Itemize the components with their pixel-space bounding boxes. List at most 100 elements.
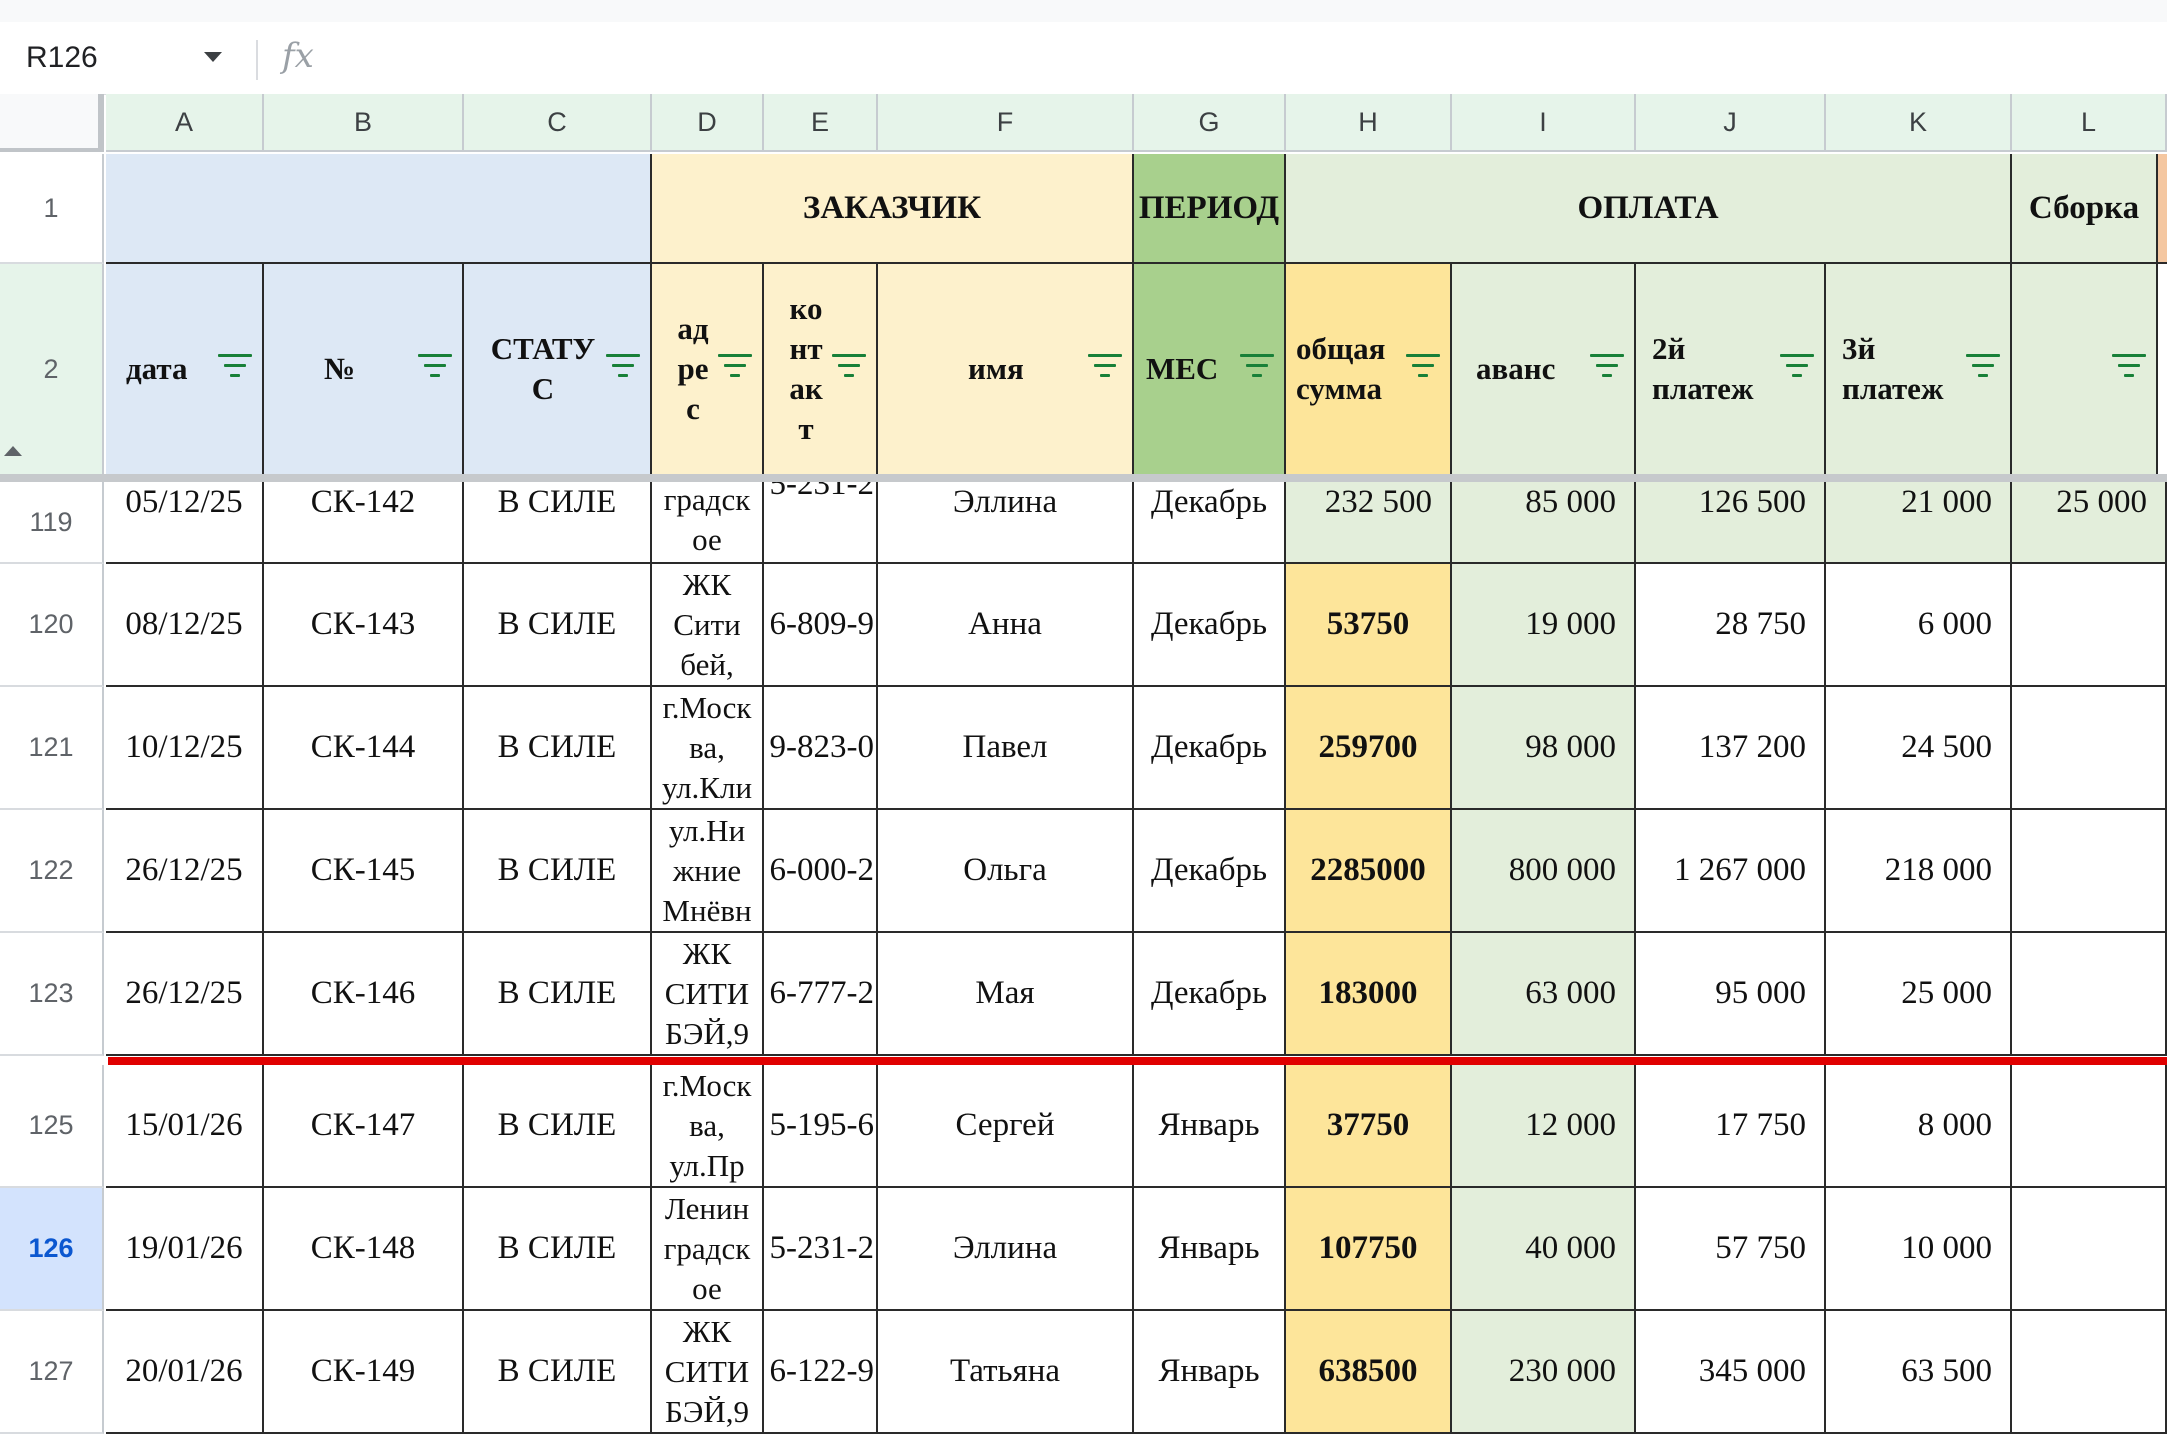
filter-icon[interactable] (832, 354, 866, 380)
cell-contact[interactable]: 5-231-2 (764, 482, 878, 564)
cell-number[interactable]: СК-145 (264, 810, 464, 933)
filter-icon[interactable] (1590, 354, 1624, 380)
cell-month[interactable]: Январь (1134, 1311, 1286, 1434)
name-box[interactable]: R126 (26, 38, 226, 78)
cell-name[interactable]: Татьяна (878, 1311, 1134, 1434)
filter-icon[interactable] (606, 354, 640, 380)
cell-total[interactable]: 183000 (1286, 933, 1452, 1056)
row-header[interactable]: 1 (0, 154, 104, 264)
cell-contact[interactable]: 5-231-2 (764, 1188, 878, 1311)
cell-total[interactable]: 53750 (1286, 564, 1452, 687)
cell-month[interactable]: Декабрь (1134, 810, 1286, 933)
cell-status[interactable]: В СИЛЕ (464, 933, 652, 1056)
cell-name[interactable]: Анна (878, 564, 1134, 687)
cell-total[interactable]: 259700 (1286, 687, 1452, 810)
cell-name[interactable]: Ольга (878, 810, 1134, 933)
header-num[interactable]: № (264, 264, 464, 476)
header-month[interactable]: МЕС (1134, 264, 1286, 476)
frozen-rows-divider[interactable] (0, 474, 2167, 482)
cell-address[interactable]: ЖК СИТИ БЭЙ,9 (652, 1311, 764, 1434)
header-blank-abc[interactable] (106, 154, 652, 264)
cell-sborka[interactable] (2012, 810, 2167, 933)
row-header[interactable]: 121 (0, 687, 104, 810)
cell-name[interactable]: Сергей (878, 1065, 1134, 1188)
header-advance[interactable]: аванс (1452, 264, 1636, 476)
cell-address[interactable]: ЖК Сити бей, (652, 564, 764, 687)
cell-month[interactable]: Декабрь (1134, 933, 1286, 1056)
column-header-l[interactable]: L (2012, 94, 2167, 152)
cell-pay3[interactable]: 6 000 (1826, 564, 2012, 687)
cell-pay3[interactable]: 24 500 (1826, 687, 2012, 810)
header-total[interactable]: общая сумма (1286, 264, 1452, 476)
row-header[interactable]: 126 (0, 1188, 104, 1311)
cell-name[interactable]: Эллина (878, 1188, 1134, 1311)
cell-sborka[interactable] (2012, 687, 2167, 810)
cell-sborka[interactable] (2012, 1311, 2167, 1434)
cell-advance[interactable]: 85 000 (1452, 482, 1636, 564)
cell-sborka[interactable] (2012, 564, 2167, 687)
cell-month[interactable]: Декабрь (1134, 687, 1286, 810)
cell-status[interactable]: В СИЛЕ (464, 1188, 652, 1311)
cell-total[interactable]: 2285000 (1286, 810, 1452, 933)
cell-name[interactable]: Павел (878, 687, 1134, 810)
header-pay2[interactable]: 2й платеж (1636, 264, 1826, 476)
header-period[interactable]: ПЕРИОД (1134, 154, 1286, 264)
cell-advance[interactable]: 40 000 (1452, 1188, 1636, 1311)
row-header[interactable]: 119 (0, 482, 104, 564)
cell-address[interactable]: градск ое (652, 482, 764, 564)
filter-icon[interactable] (1780, 354, 1814, 380)
cell-contact[interactable]: 6-000-2 (764, 810, 878, 933)
cell-date[interactable]: 05/12/25 (106, 482, 264, 564)
cell-month[interactable]: Декабрь (1134, 564, 1286, 687)
cell-address[interactable]: г.Моск ва, ул.Пр (652, 1065, 764, 1188)
row-header[interactable]: 123 (0, 933, 104, 1056)
cell-date[interactable]: 20/01/26 (106, 1311, 264, 1434)
cell-contact[interactable]: 6-122-9 (764, 1311, 878, 1434)
column-header-g[interactable]: G (1134, 94, 1286, 152)
cell-date[interactable]: 08/12/25 (106, 564, 264, 687)
cell-number[interactable]: СК-147 (264, 1065, 464, 1188)
cell-total[interactable]: 232 500 (1286, 482, 1452, 564)
cell-advance[interactable]: 19 000 (1452, 564, 1636, 687)
cell-name[interactable]: Мая (878, 933, 1134, 1056)
cell-date[interactable]: 26/12/25 (106, 810, 264, 933)
cell-sborka[interactable]: 25 000 (2012, 482, 2167, 564)
filter-icon[interactable] (718, 354, 752, 380)
cell-number[interactable]: СК-146 (264, 933, 464, 1056)
column-header-d[interactable]: D (652, 94, 764, 152)
cell-pay2[interactable]: 95 000 (1636, 933, 1826, 1056)
cell-pay3[interactable]: 10 000 (1826, 1188, 2012, 1311)
cell-month[interactable]: Декабрь (1134, 482, 1286, 564)
column-header-k[interactable]: K (1826, 94, 2012, 152)
cell-pay2[interactable]: 17 750 (1636, 1065, 1826, 1188)
row-header[interactable]: 2 (0, 264, 104, 476)
row-header[interactable]: 122 (0, 810, 104, 933)
cell-date[interactable]: 26/12/25 (106, 933, 264, 1056)
cell-date[interactable]: 19/01/26 (106, 1188, 264, 1311)
cell-pay2[interactable]: 345 000 (1636, 1311, 1826, 1434)
cell-pay2[interactable]: 126 500 (1636, 482, 1826, 564)
cell-pay3[interactable]: 8 000 (1826, 1065, 2012, 1188)
cell-sborka[interactable] (2012, 1188, 2167, 1311)
cell-total[interactable]: 107750 (1286, 1188, 1452, 1311)
cell-status[interactable]: В СИЛЕ (464, 482, 652, 564)
cell-contact[interactable]: 5-195-6 (764, 1065, 878, 1188)
cell-pay2[interactable]: 1 267 000 (1636, 810, 1826, 933)
filter-icon[interactable] (218, 354, 252, 380)
column-header-h[interactable]: H (1286, 94, 1452, 152)
cell-pay3[interactable]: 218 000 (1826, 810, 2012, 933)
name-box-dropdown-icon[interactable] (204, 52, 222, 62)
cell-total[interactable]: 638500 (1286, 1311, 1452, 1434)
row-header[interactable]: 120 (0, 564, 104, 687)
cell-name[interactable]: Эллина (878, 482, 1134, 564)
header-zakazchik[interactable]: ЗАКАЗЧИК (652, 154, 1134, 264)
cell-address[interactable]: ул.Ни жние Мнёвн (652, 810, 764, 933)
cell-address[interactable]: Ленин градск ое (652, 1188, 764, 1311)
cell-total[interactable]: 37750 (1286, 1065, 1452, 1188)
cell-status[interactable]: В СИЛЕ (464, 810, 652, 933)
cell-address[interactable]: г.Моск ва, ул.Кли (652, 687, 764, 810)
column-header-b[interactable]: B (264, 94, 464, 152)
cell-advance[interactable]: 230 000 (1452, 1311, 1636, 1434)
cell-contact[interactable]: 6-809-9 (764, 564, 878, 687)
cell-pay2[interactable]: 137 200 (1636, 687, 1826, 810)
